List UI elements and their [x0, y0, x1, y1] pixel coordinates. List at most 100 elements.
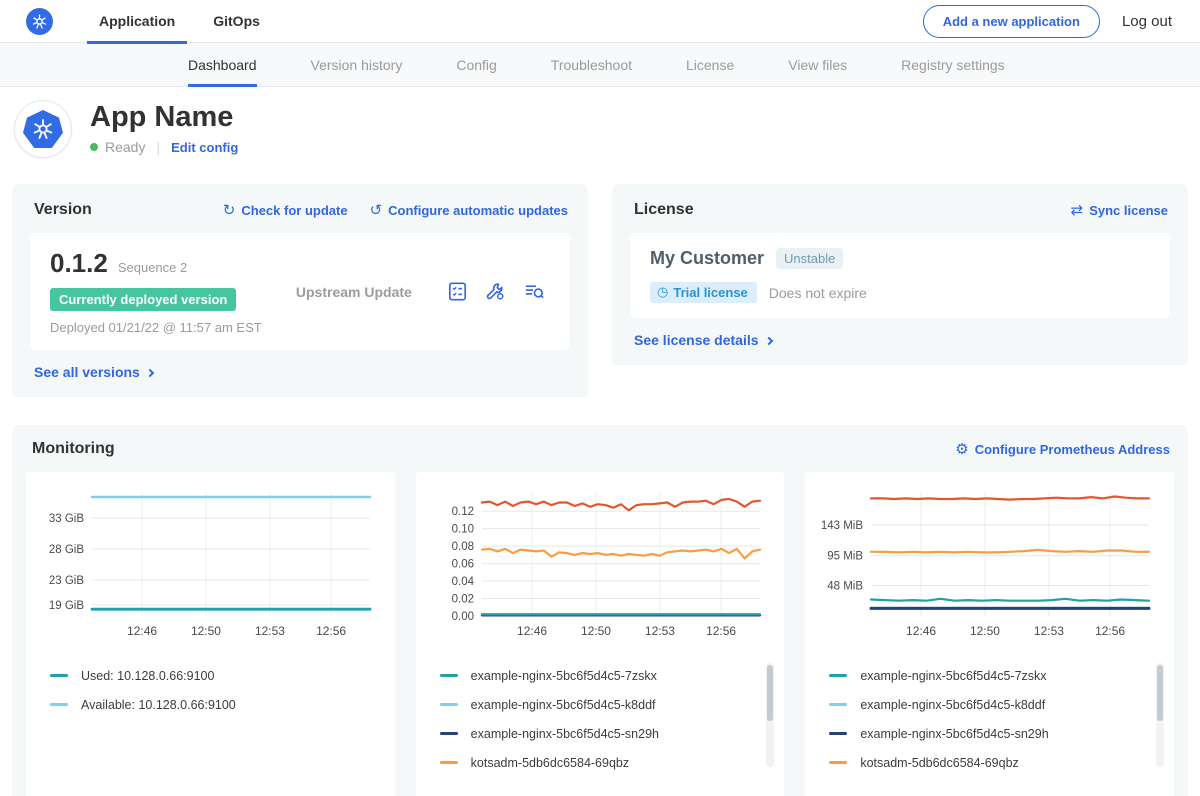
check-for-update-link[interactable]: ↻ Check for update — [223, 203, 348, 218]
svg-text:0.10: 0.10 — [451, 524, 473, 536]
kubernetes-app-icon — [23, 110, 63, 148]
app-status: Ready — [105, 139, 145, 155]
legend-swatch — [440, 732, 458, 735]
svg-text:12:50: 12:50 — [581, 624, 611, 638]
legend-swatch — [50, 674, 68, 677]
version-sequence: Sequence 2 — [118, 260, 187, 275]
disk-usage-chart: 33 GiB28 GiB23 GiB19 GiB12:4612:5012:531… — [36, 484, 385, 649]
legend-scrollbar-thumb[interactable] — [767, 665, 773, 721]
version-card: Version ↻ Check for update ↺ Configure a… — [12, 184, 588, 397]
memory-usage-panel: 143 MiB95 MiB48 MiB12:4612:5012:5312:56 … — [805, 472, 1174, 796]
top-tab-gitops[interactable]: GitOps — [201, 0, 272, 43]
app-header: App Name Ready | Edit config — [0, 87, 1200, 174]
edit-config-icon[interactable] — [484, 280, 507, 303]
version-number: 0.1.2 — [50, 248, 108, 279]
svg-text:0.08: 0.08 — [451, 541, 473, 553]
legend-label: example-nginx-5bc6f5d4c5-sn29h — [471, 727, 659, 741]
legend-scrollbar[interactable] — [766, 663, 774, 767]
svg-text:23 GiB: 23 GiB — [49, 575, 84, 587]
chart-legend: Used: 10.128.0.66:9100 Available: 10.128.… — [36, 661, 385, 783]
monitoring-title: Monitoring — [32, 440, 115, 458]
legend-swatch — [440, 761, 458, 764]
svg-text:12:50: 12:50 — [191, 624, 221, 638]
legend-swatch — [829, 703, 847, 706]
legend-item: example-nginx-5bc6f5d4c5-k8ddf — [829, 690, 1164, 719]
svg-text:12:46: 12:46 — [906, 624, 936, 638]
legend-label: example-nginx-5bc6f5d4c5-k8ddf — [471, 698, 656, 712]
chart-svg: 0.120.100.080.060.040.020.0012:4612:5012… — [426, 484, 768, 644]
sync-license-link[interactable]: ⇄ Sync license — [1071, 203, 1168, 218]
tab-view-files[interactable]: View files — [788, 43, 847, 87]
deployed-timestamp: Deployed 01/21/22 @ 11:57 am EST — [50, 320, 262, 335]
chart-svg: 143 MiB95 MiB48 MiB12:4612:5012:5312:56 — [815, 484, 1157, 644]
license-card: License ⇄ Sync license My Customer Unsta… — [612, 184, 1188, 365]
page-title: App Name — [90, 102, 238, 132]
see-license-details-link[interactable]: See license details — [634, 332, 759, 348]
legend-swatch — [440, 703, 458, 706]
svg-text:12:46: 12:46 — [127, 624, 157, 638]
license-expiry: Does not expire — [769, 285, 867, 301]
legend-swatch — [440, 674, 458, 677]
svg-text:33 GiB: 33 GiB — [49, 513, 84, 525]
tab-config[interactable]: Config — [456, 43, 496, 87]
tab-registry-settings[interactable]: Registry settings — [901, 43, 1004, 87]
svg-text:0.06: 0.06 — [451, 559, 473, 571]
license-detail-panel: My Customer Unstable ◷ Trial license Doe… — [630, 233, 1170, 318]
kubernetes-logo-icon[interactable] — [26, 8, 53, 35]
svg-text:12:50: 12:50 — [970, 624, 1000, 638]
release-notes-icon[interactable] — [446, 280, 469, 303]
memory-usage-chart: 143 MiB95 MiB48 MiB12:4612:5012:5312:56 — [815, 484, 1164, 649]
top-tab-application[interactable]: Application — [87, 0, 187, 43]
tab-troubleshoot[interactable]: Troubleshoot — [551, 43, 632, 87]
channel-badge: Unstable — [776, 248, 843, 269]
legend-swatch — [829, 732, 847, 735]
legend-label: kotsadm-5db6dc6584-69qbz — [471, 756, 629, 770]
legend-item: example-nginx-5bc6f5d4c5-sn29h — [829, 719, 1164, 748]
chart-svg: 33 GiB28 GiB23 GiB19 GiB12:4612:5012:531… — [36, 484, 378, 644]
configure-automatic-updates-link[interactable]: ↺ Configure automatic updates — [370, 203, 568, 218]
tab-version-history[interactable]: Version history — [311, 43, 403, 87]
svg-text:12:56: 12:56 — [1095, 624, 1125, 638]
gear-icon: ⚙ — [955, 442, 968, 457]
ready-status-dot — [90, 143, 98, 151]
svg-text:0.12: 0.12 — [451, 506, 473, 518]
legend-label: kotsadm-5db6dc6584-69qbz — [860, 756, 1018, 770]
legend-item: Available: 10.128.0.66:9100 — [50, 690, 385, 719]
svg-text:0.04: 0.04 — [451, 576, 474, 588]
svg-text:0.00: 0.00 — [451, 611, 473, 623]
cpu-usage-panel: 0.120.100.080.060.040.020.0012:4612:5012… — [416, 472, 785, 796]
divider: | — [156, 139, 160, 155]
monitoring-card: Monitoring ⚙ Configure Prometheus Addres… — [12, 425, 1188, 796]
legend-label: Used: 10.128.0.66:9100 — [81, 669, 214, 683]
svg-text:12:53: 12:53 — [1034, 624, 1064, 638]
svg-text:12:56: 12:56 — [706, 624, 736, 638]
legend-item: example-nginx-5bc6f5d4c5-7zskx — [440, 661, 775, 690]
legend-scrollbar-thumb[interactable] — [1157, 665, 1163, 721]
configure-prometheus-link[interactable]: ⚙ Configure Prometheus Address — [955, 442, 1170, 457]
legend-item: kotsadm-5db6dc6584-69qbz — [829, 748, 1164, 777]
legend-swatch — [829, 674, 847, 677]
disk-usage-panel: 33 GiB28 GiB23 GiB19 GiB12:4612:5012:531… — [26, 472, 395, 796]
svg-text:12:56: 12:56 — [316, 624, 346, 638]
top-nav: Application GitOps Add a new application… — [0, 0, 1200, 43]
legend-label: example-nginx-5bc6f5d4c5-7zskx — [860, 669, 1046, 683]
legend-label: Available: 10.128.0.66:9100 — [81, 698, 236, 712]
legend-label: example-nginx-5bc6f5d4c5-k8ddf — [860, 698, 1045, 712]
add-new-application-button[interactable]: Add a new application — [923, 5, 1100, 38]
see-all-versions-link[interactable]: See all versions — [34, 364, 140, 380]
logout-button[interactable]: Log out — [1122, 13, 1172, 30]
view-logs-icon[interactable] — [522, 280, 546, 303]
kubernetes-wheel-icon — [31, 13, 48, 30]
legend-item: kotsadm-5db6dc6584-69qbz — [440, 748, 775, 777]
legend-item: Used: 10.128.0.66:9100 — [50, 661, 385, 690]
version-source: Upstream Update — [296, 284, 412, 300]
tab-license[interactable]: License — [686, 43, 734, 87]
currently-deployed-badge: Currently deployed version — [50, 288, 236, 311]
svg-text:12:53: 12:53 — [645, 624, 675, 638]
legend-scrollbar[interactable] — [1156, 663, 1164, 767]
tab-dashboard[interactable]: Dashboard — [188, 43, 257, 87]
svg-text:143 MiB: 143 MiB — [821, 520, 864, 532]
svg-text:12:46: 12:46 — [517, 624, 547, 638]
app-avatar — [14, 100, 72, 158]
edit-config-link[interactable]: Edit config — [171, 140, 238, 155]
